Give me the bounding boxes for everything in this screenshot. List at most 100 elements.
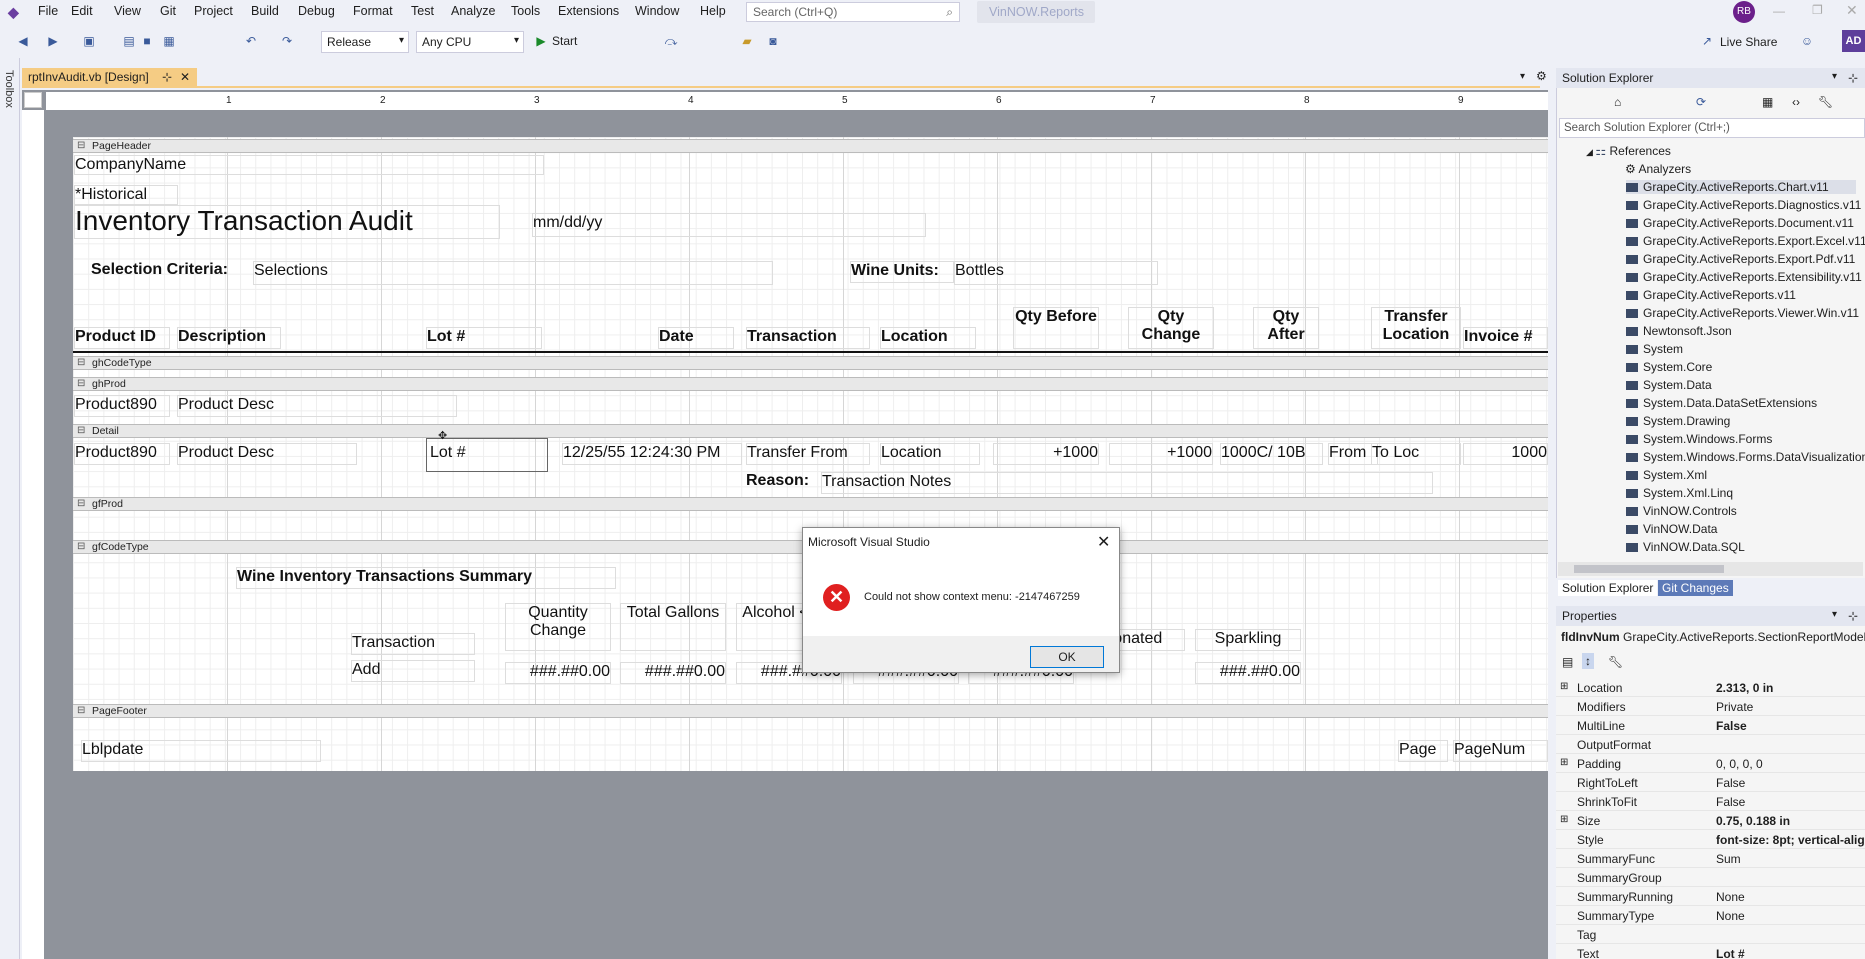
report-surface[interactable]: PageHeader CompanyName *Historical Inven…: [73, 137, 1548, 771]
reason-label[interactable]: Reason:: [746, 472, 826, 494]
property-row[interactable]: ShrinkToFit False: [1556, 792, 1865, 811]
menu-build[interactable]: Build: [251, 4, 279, 18]
header-transaction[interactable]: Transaction: [746, 327, 870, 349]
property-value[interactable]: False: [1716, 776, 1745, 790]
minimize-icon[interactable]: —: [1773, 4, 1785, 18]
property-row[interactable]: Tag: [1556, 925, 1865, 944]
reference-item[interactable]: System.Drawing: [1626, 414, 1730, 428]
detail-location-field[interactable]: Location: [880, 443, 980, 465]
header-description[interactable]: Description: [177, 327, 281, 349]
close-icon[interactable]: ✕: [1097, 532, 1110, 552]
summary-value-gallons[interactable]: ###.##0.00: [620, 662, 726, 684]
pin-panel-icon[interactable]: ⊹: [1848, 71, 1858, 85]
property-value[interactable]: False: [1716, 795, 1745, 809]
menu-file[interactable]: File: [38, 4, 58, 18]
property-row[interactable]: ⊞ Padding 0, 0, 0, 0: [1556, 754, 1865, 773]
detail-product-field[interactable]: Product890: [74, 443, 170, 465]
wine-units-label[interactable]: Wine Units:: [850, 261, 954, 283]
property-row[interactable]: SummaryType None: [1556, 906, 1865, 925]
property-row[interactable]: ⊞ Location 2.313, 0 in: [1556, 678, 1865, 697]
menu-window[interactable]: Window: [635, 4, 679, 18]
property-value[interactable]: Lot #: [1716, 947, 1745, 959]
property-value[interactable]: 2.313, 0 in: [1716, 681, 1773, 695]
reference-item[interactable]: VinNOW.Data.SQL: [1626, 540, 1745, 554]
reference-item[interactable]: GrapeCity.ActiveReports.Export.Excel.v11: [1626, 234, 1865, 248]
summary-col-sparkling[interactable]: Sparkling: [1195, 629, 1301, 651]
footer-lblupdate[interactable]: Lblpdate: [81, 740, 321, 762]
summary-col-transaction[interactable]: Transaction: [351, 633, 475, 655]
header-date[interactable]: Date: [658, 327, 734, 349]
menu-format[interactable]: Format: [353, 4, 393, 18]
reference-item[interactable]: System.Data: [1626, 378, 1712, 392]
forward-icon[interactable]: ▶: [46, 34, 60, 48]
undo-icon[interactable]: ↶: [244, 34, 258, 48]
menu-view[interactable]: View: [114, 4, 141, 18]
detail-qty-before-field[interactable]: +1000: [993, 443, 1099, 465]
reference-item[interactable]: GrapeCity.ActiveReports.Export.Pdf.v11: [1626, 252, 1855, 266]
menu-edit[interactable]: Edit: [71, 4, 93, 18]
summary-value-sparkling[interactable]: ###.##0.00: [1195, 662, 1301, 684]
panel-options-icon[interactable]: ▾: [1832, 71, 1837, 82]
menu-project[interactable]: Project: [194, 4, 233, 18]
header-product-id[interactable]: Product ID: [74, 327, 170, 349]
property-value[interactable]: Private: [1716, 700, 1753, 714]
selections-field[interactable]: Selections: [253, 261, 773, 285]
menu-debug[interactable]: Debug: [298, 4, 335, 18]
alphabetical-icon[interactable]: ↕: [1582, 653, 1594, 669]
band-page-footer[interactable]: PageFooter: [73, 704, 1548, 718]
reference-item[interactable]: GrapeCity.ActiveReports.Diagnostics.v11: [1626, 198, 1861, 212]
search-input[interactable]: Search (Ctrl+Q) ⌕: [746, 2, 960, 22]
code-view-icon[interactable]: ‹›: [1792, 95, 1800, 109]
property-row[interactable]: MultiLine False: [1556, 716, 1865, 735]
menu-analyze[interactable]: Analyze: [451, 4, 495, 18]
company-name-field[interactable]: CompanyName: [74, 155, 544, 175]
save-icon[interactable]: ■: [140, 34, 154, 48]
menu-git[interactable]: Git: [160, 4, 176, 18]
folder-icon[interactable]: ▰: [740, 34, 754, 48]
band-gf-prod[interactable]: gfProd: [73, 497, 1548, 511]
property-row[interactable]: SummaryRunning None: [1556, 887, 1865, 906]
tab-rptinvaudit[interactable]: rptInvAudit.vb [Design] ⊹ ✕: [22, 68, 197, 88]
maximize-icon[interactable]: ❐: [1812, 3, 1823, 17]
live-share-button[interactable]: Live Share: [1720, 35, 1777, 49]
tab-solution-explorer[interactable]: Solution Explorer: [1558, 580, 1658, 596]
reference-item[interactable]: System.Windows.Forms: [1626, 432, 1772, 446]
analyzers-node[interactable]: ⚙ Analyzers: [1625, 162, 1691, 176]
feedback-icon[interactable]: ☺: [1800, 34, 1814, 48]
redo-icon[interactable]: ↷: [280, 34, 294, 48]
summary-col-qty-change[interactable]: Quantity Change: [505, 603, 611, 651]
tab-overflow-icon[interactable]: ▾: [1520, 71, 1525, 82]
property-value[interactable]: 0.75, 0.188 in: [1716, 814, 1790, 828]
menu-extensions[interactable]: Extensions: [558, 4, 619, 18]
pin-panel-icon[interactable]: ⊹: [1848, 609, 1858, 623]
solution-explorer-search[interactable]: Search Solution Explorer (Ctrl+;): [1559, 118, 1865, 138]
menu-test[interactable]: Test: [411, 4, 434, 18]
footer-page-num[interactable]: PageNum: [1453, 740, 1548, 762]
home-icon[interactable]: ⌂: [1614, 95, 1621, 109]
property-row[interactable]: Style font-size: 8pt; vertical-alig: [1556, 830, 1865, 849]
detail-desc-field[interactable]: Product Desc: [177, 443, 357, 465]
reference-item[interactable]: VinNOW.Controls: [1626, 504, 1737, 518]
save-all-icon[interactable]: ▦: [162, 34, 176, 48]
detail-lot-field-selected[interactable]: Lot #: [426, 438, 548, 472]
date-format-field[interactable]: mm/dd/yy: [532, 213, 926, 237]
collapse-icon[interactable]: ◢: [1586, 147, 1595, 157]
report-title[interactable]: Inventory Transaction Audit: [74, 205, 500, 239]
admin-badge[interactable]: AD: [1842, 30, 1865, 52]
property-value[interactable]: None: [1716, 890, 1745, 904]
step-over-icon[interactable]: ⤼: [664, 34, 678, 48]
properties-icon[interactable]: 🔧︎: [1818, 95, 1833, 109]
header-qty-before[interactable]: Qty Before: [1013, 307, 1099, 349]
wine-units-field[interactable]: Bottles: [954, 261, 1158, 285]
footer-page-label[interactable]: Page: [1398, 740, 1448, 762]
property-pages-icon[interactable]: 🔧︎: [1608, 655, 1623, 669]
ok-button[interactable]: OK: [1030, 646, 1104, 668]
reference-item[interactable]: VinNOW.Data: [1626, 522, 1717, 536]
property-row[interactable]: SummaryFunc Sum: [1556, 849, 1865, 868]
reason-field[interactable]: Transaction Notes: [821, 472, 1433, 494]
expand-icon[interactable]: ⊞: [1560, 681, 1568, 692]
reference-item[interactable]: Newtonsoft.Json: [1626, 324, 1732, 338]
refresh-icon[interactable]: ⟳: [1696, 95, 1706, 109]
properties-object-selector[interactable]: fldInvNum GrapeCity.ActiveReports.Sectio…: [1558, 628, 1865, 648]
header-location[interactable]: Location: [880, 327, 976, 349]
